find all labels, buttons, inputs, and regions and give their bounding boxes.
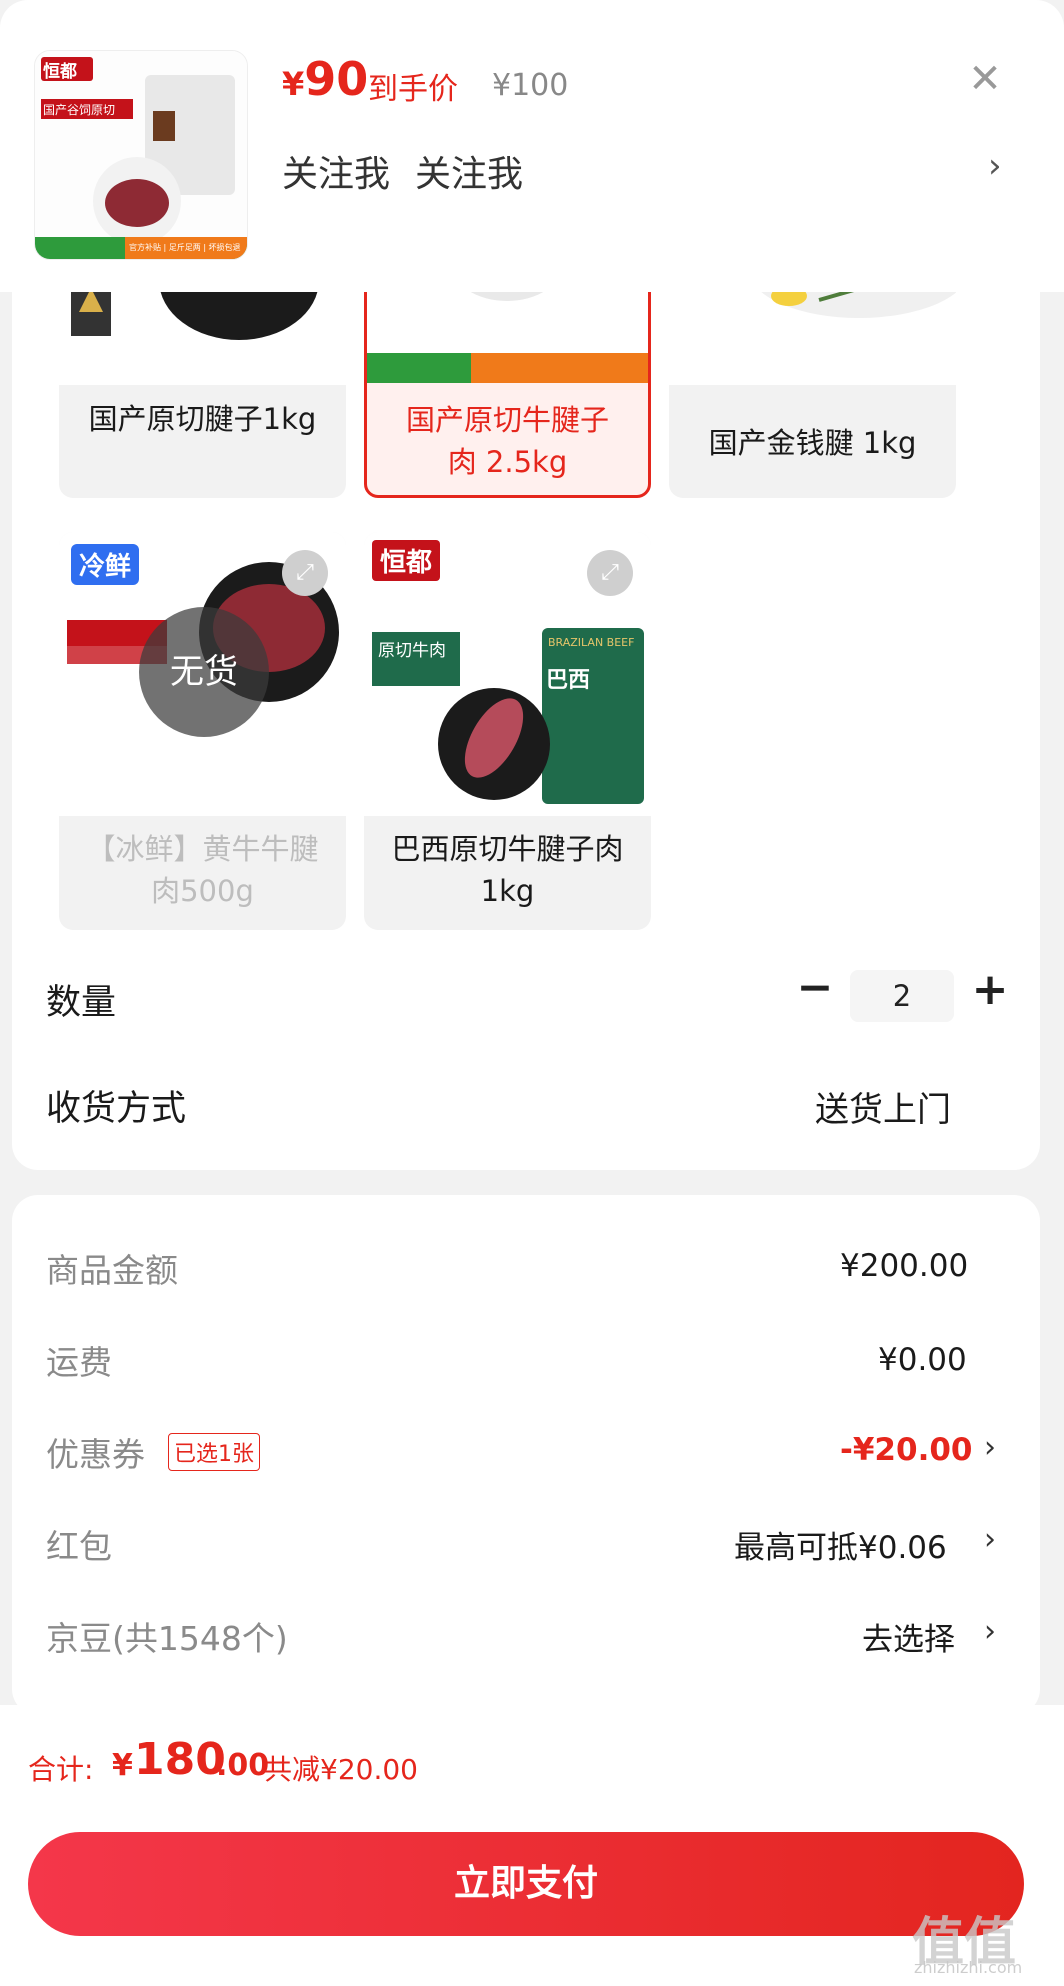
delivery-label: 收货方式 bbox=[46, 1089, 187, 1129]
original-price: ¥100 bbox=[492, 68, 569, 103]
close-icon[interactable]: ✕ bbox=[960, 54, 1010, 104]
sku-tag-brazil-en: BRAZILAN BEEF bbox=[548, 636, 635, 649]
sku-badge: 冷鲜 bbox=[71, 544, 140, 585]
sku-tag-brazil: 巴西 bbox=[546, 668, 591, 693]
coupon-selected-tag: 已选1张 bbox=[168, 1433, 260, 1471]
quantity-minus-button[interactable]: − bbox=[795, 966, 835, 1010]
total-decimal: .00 bbox=[216, 1748, 270, 1783]
thumb-footer-text: 官方补贴 | 足斤足两 | 坏损包退 bbox=[129, 243, 241, 252]
sku-label: 国产原切腱子1kg bbox=[88, 402, 317, 436]
sku-badge: 恒都 bbox=[372, 540, 441, 581]
watermark-url: zhizhizhi.com bbox=[914, 1958, 1023, 1977]
sku-option-5[interactable]: 恒都 原切牛肉 巴西 BRAZILAN BEEF ⤢ 巴西原切牛腱子肉 1kg bbox=[364, 532, 651, 930]
follow-link-2[interactable]: 关注我 bbox=[415, 145, 523, 197]
coupon-value[interactable]: -¥20.00 bbox=[840, 1432, 973, 1468]
quantity-label: 数量 bbox=[46, 983, 117, 1023]
jingdou-value[interactable]: 去选择 bbox=[862, 1614, 955, 1659]
total-discount: 共减¥20.00 bbox=[264, 1753, 418, 1786]
shipping-value: ¥0.00 bbox=[878, 1342, 967, 1378]
red-packet-value[interactable]: 最高可抵¥0.06 bbox=[734, 1522, 947, 1567]
total-currency: ¥ bbox=[112, 1748, 133, 1783]
product-thumbnail: 恒都 国产谷饲原切 官方补贴 | 足斤足两 | 坏损包退 bbox=[34, 50, 248, 260]
sku-label: 国产金钱腱 1kg bbox=[708, 426, 917, 460]
chevron-right-icon[interactable]: › bbox=[984, 1522, 996, 1557]
thumb-brand-badge: 恒都 bbox=[43, 62, 77, 82]
chevron-right-icon[interactable]: › bbox=[984, 1430, 996, 1465]
sku-label: 国产原切牛腱子肉 2.5kg bbox=[405, 403, 609, 479]
sku-tag-cut: 原切牛肉 bbox=[378, 641, 446, 661]
goods-amount-label: 商品金额 bbox=[46, 1251, 178, 1290]
red-packet-label: 红包 bbox=[46, 1527, 112, 1566]
deal-price-symbol: ¥ bbox=[282, 65, 305, 103]
total-label: 合计: bbox=[28, 1753, 94, 1786]
product-thumbnail-art bbox=[35, 51, 247, 259]
quantity-input[interactable]: 2 bbox=[850, 970, 954, 1022]
out-of-stock-overlay: 无货 bbox=[139, 607, 269, 737]
goods-amount-value: ¥200.00 bbox=[840, 1248, 969, 1284]
chevron-right-icon[interactable]: › bbox=[988, 146, 1002, 186]
sku-option-4[interactable]: 冷鲜 ⤢ 无货 【冰鲜】黄牛牛腱肉500g bbox=[59, 532, 346, 930]
expand-icon[interactable]: ⤢ bbox=[587, 550, 633, 596]
sku-popup-header: 恒都 国产谷饲原切 官方补贴 | 足斤足两 | 坏损包退 ¥90 到手价 ¥10… bbox=[0, 0, 1064, 292]
total-integer: 180 bbox=[134, 1734, 226, 1785]
thumb-subtitle: 国产谷饲原切 bbox=[43, 103, 116, 117]
sku-label: 巴西原切牛腱子肉 1kg bbox=[391, 832, 624, 908]
deal-price-label: 到手价 bbox=[368, 72, 458, 107]
jingdou-label: 京豆(共1548个) bbox=[46, 1619, 288, 1658]
follow-link-1[interactable]: 关注我 bbox=[282, 145, 390, 197]
sku-label: 【冰鲜】黄牛牛腱肉500g bbox=[86, 832, 319, 908]
shipping-label: 运费 bbox=[46, 1343, 112, 1382]
expand-icon[interactable]: ⤢ bbox=[282, 550, 328, 596]
deal-price-value: 90 bbox=[304, 52, 369, 106]
delivery-value[interactable]: 送货上门 bbox=[815, 1082, 951, 1131]
quantity-plus-button[interactable]: + bbox=[968, 968, 1012, 1014]
coupon-label: 优惠券 bbox=[46, 1435, 145, 1474]
chevron-right-icon[interactable]: › bbox=[984, 1614, 996, 1649]
pay-now-button[interactable]: 立即支付 bbox=[28, 1832, 1024, 1936]
deal-price: ¥90 bbox=[282, 52, 368, 106]
